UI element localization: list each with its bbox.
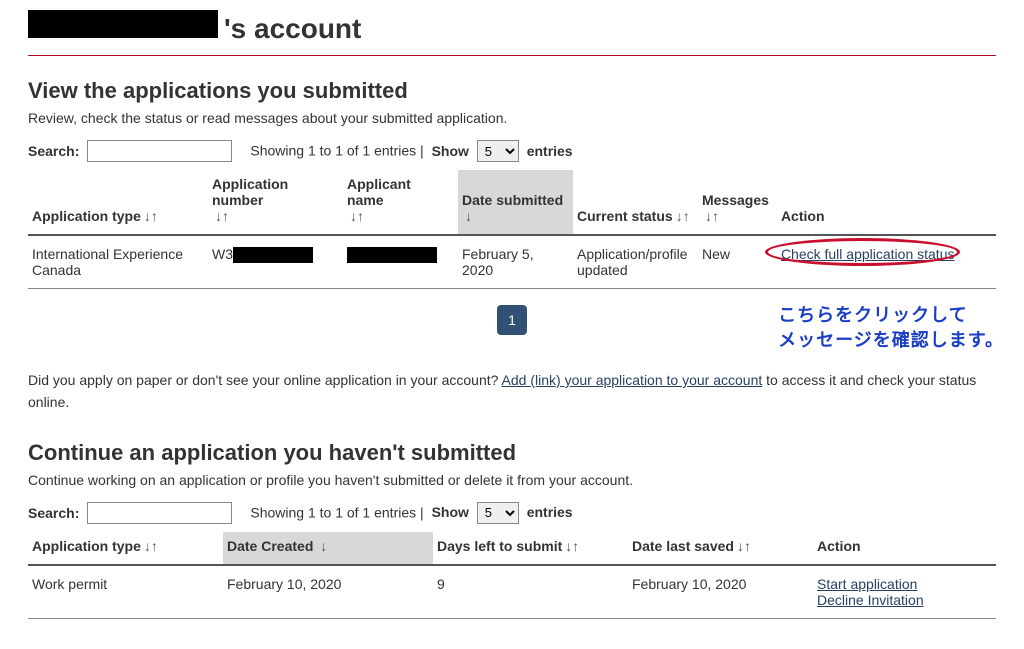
title-divider <box>28 55 996 56</box>
search-input-1[interactable] <box>87 140 232 162</box>
table-row: Work permit February 10, 2020 9 February… <box>28 565 996 619</box>
japanese-annotation: こちらをクリックして メッセージを確認します。 <box>778 303 1004 353</box>
entries-prefix-1: Showing 1 to 1 of 1 entries <box>250 143 420 159</box>
cell2-date-last-saved: February 10, 2020 <box>628 565 813 619</box>
add-link-application[interactable]: Add (link) your application to your acco… <box>502 372 763 388</box>
entries-info-2: Showing 1 to 1 of 1 entries | Show 5 ent… <box>250 502 576 524</box>
entries-info-1: Showing 1 to 1 of 1 entries | Show 5 ent… <box>250 140 576 162</box>
sort-down-icon: ↓ <box>320 538 327 554</box>
col-applicant-name[interactable]: Applicant name↓↑ <box>343 170 458 235</box>
submitted-applications-table: Application type↓↑ Application number↓↑ … <box>28 170 996 289</box>
section1-heading: View the applications you submitted <box>28 78 996 104</box>
col-current-status[interactable]: Current status↓↑ <box>573 170 698 235</box>
col2-action: Action <box>813 532 996 565</box>
sort-icon: ↓↑ <box>565 538 579 554</box>
section1-subhead: Review, check the status or read message… <box>28 110 996 126</box>
decline-invitation-link[interactable]: Decline Invitation <box>817 592 924 608</box>
cell-current-status: Application/profile updated <box>573 235 698 289</box>
section2-subhead: Continue working on an application or pr… <box>28 472 996 488</box>
cell2-action: Start application Decline Invitation <box>813 565 996 619</box>
paper-apply-note: Did you apply on paper or don't see your… <box>28 369 996 414</box>
sort-icon: ↓↑ <box>144 208 158 224</box>
sort-icon: ↓↑ <box>676 208 690 224</box>
show-label-2: Show <box>432 504 469 520</box>
sort-icon: ↓↑ <box>215 208 229 224</box>
search-label-2: Search: <box>28 505 79 521</box>
search-input-2[interactable] <box>87 502 232 524</box>
show-label-1: Show <box>432 143 469 159</box>
check-status-link[interactable]: Check full application status <box>781 246 955 262</box>
col-action: Action <box>777 170 996 235</box>
sort-icon: ↓↑ <box>144 538 158 554</box>
cell-app-type: International Experience Canada <box>28 235 208 289</box>
redacted-app-number <box>233 247 313 263</box>
search-row-2: Search: Showing 1 to 1 of 1 entries | Sh… <box>28 502 996 524</box>
cell-messages: New <box>698 235 777 289</box>
col2-app-type[interactable]: Application type↓↑ <box>28 532 223 565</box>
page-1-button[interactable]: 1 <box>497 305 527 335</box>
table-row: International Experience Canada W3 Febru… <box>28 235 996 289</box>
col-date-submitted[interactable]: Date submitted↓ <box>458 170 573 235</box>
entries-prefix-2: Showing 1 to 1 of 1 entries <box>250 504 420 520</box>
cell-date-submitted: February 5, 2020 <box>458 235 573 289</box>
entries-select-1[interactable]: 5 <box>477 140 519 162</box>
entries-suffix-2: entries <box>527 504 573 520</box>
col-app-type[interactable]: Application type↓↑ <box>28 170 208 235</box>
note-prefix: Did you apply on paper or don't see your… <box>28 372 502 388</box>
col-messages[interactable]: Messages↓↑ <box>698 170 777 235</box>
sort-icon: ↓↑ <box>737 538 751 554</box>
sort-icon: ↓↑ <box>705 208 719 224</box>
col2-days-left[interactable]: Days left to submit↓↑ <box>433 532 628 565</box>
col2-date-created[interactable]: Date Created ↓ <box>223 532 433 565</box>
cell-applicant-name <box>343 235 458 289</box>
cell-action: Check full application status <box>777 235 996 289</box>
cell-app-number: W3 <box>208 235 343 289</box>
page-title: 's account <box>28 10 996 45</box>
pagination-row: 1 こちらをクリックして メッセージを確認します。 <box>28 305 996 357</box>
unsubmitted-applications-table: Application type↓↑ Date Created ↓ Days l… <box>28 532 996 619</box>
redacted-name <box>28 10 218 38</box>
redacted-applicant-name <box>347 247 437 263</box>
sort-icon: ↓↑ <box>350 208 364 224</box>
col-app-number[interactable]: Application number↓↑ <box>208 170 343 235</box>
entries-suffix-1: entries <box>527 143 573 159</box>
search-row-1: Search: Showing 1 to 1 of 1 entries | Sh… <box>28 140 996 162</box>
sort-down-icon: ↓ <box>465 208 472 224</box>
cell2-date-created: February 10, 2020 <box>223 565 433 619</box>
section2-heading: Continue an application you haven't subm… <box>28 440 996 466</box>
search-label-1: Search: <box>28 143 79 159</box>
col2-date-last-saved[interactable]: Date last saved↓↑ <box>628 532 813 565</box>
cell2-app-type: Work permit <box>28 565 223 619</box>
start-application-link[interactable]: Start application <box>817 576 917 592</box>
title-suffix: 's account <box>224 13 361 45</box>
cell2-days-left: 9 <box>433 565 628 619</box>
entries-select-2[interactable]: 5 <box>477 502 519 524</box>
